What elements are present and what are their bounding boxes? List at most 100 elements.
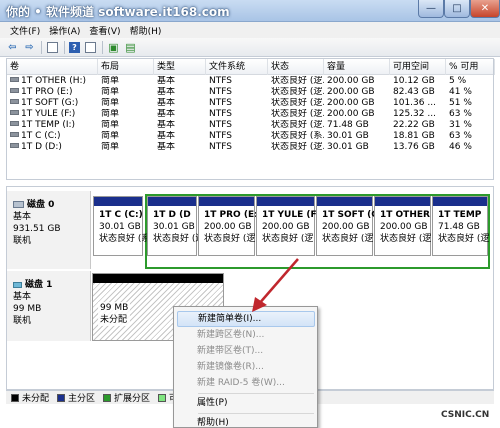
partition-e[interactable]: 1T PRO (E: 200.00 GB 状态良好 (逻 — [198, 196, 258, 256]
volume-icon — [10, 88, 19, 93]
table-row[interactable]: 1T TEMP (I:) 简单 基本 NTFS 状态良好 (逻...71.48 GB 22… — [7, 120, 493, 131]
maximize-button[interactable]: □ — [444, 0, 470, 18]
cell-free: 18.81 GB — [393, 131, 435, 141]
legend-label: 未分配 — [22, 394, 50, 404]
menu-view[interactable]: 查看(V) — [89, 24, 120, 37]
toolbar-separator — [41, 40, 42, 54]
menu-item-new-simple-volume[interactable]: 新建简单卷(I)... — [177, 311, 315, 327]
console-tree-icon[interactable] — [46, 41, 59, 54]
partition-status: 状态良好 (逻 — [322, 234, 374, 244]
volume-name: 1T TEMP (I:) — [21, 120, 76, 130]
legend-label: 扩展分区 — [114, 394, 151, 404]
partition-status: 状态良好 (逻 — [380, 234, 432, 244]
cell-fs: NTFS — [209, 109, 232, 119]
disk-0-info[interactable]: 磁盘 0 基本 931.51 GB 联机 — [7, 191, 91, 269]
properties-icon[interactable] — [84, 41, 97, 54]
partition-d[interactable]: 1T D (D 30.01 GB 状态良好 (逻 — [147, 196, 204, 256]
cell-type: 基本 — [157, 109, 176, 119]
menu-file[interactable]: 文件(F) — [10, 24, 40, 37]
disk-size: 99 MB — [13, 304, 42, 314]
help-icon[interactable]: ? — [69, 41, 80, 53]
column-header-filesystem[interactable]: 文件系统 — [206, 59, 268, 75]
partition-size: 200.00 GB — [204, 222, 252, 232]
partition-c[interactable]: 1T C (C:) 30.01 GB 状态良好 (系 — [93, 196, 150, 256]
disk-1-info[interactable]: 磁盘 1 基本 99 MB 联机 — [7, 271, 91, 341]
table-row[interactable]: 1T C (C:) 简单 基本 NTFS 状态良好 (系...30.01 GB 18.81… — [7, 131, 493, 142]
menu-item-properties[interactable]: 属性(P) — [177, 395, 315, 411]
partition-size: 200.00 GB — [322, 222, 370, 232]
cell-layout: 简单 — [101, 142, 120, 152]
disk-name: 磁盘 1 — [25, 280, 53, 290]
cell-free: 22.22 GB — [393, 120, 435, 130]
partition-name: 1T YULE (F: — [262, 210, 320, 220]
partition-name: 1T C (C:) — [99, 210, 143, 220]
cell-volume: 1T PRO (E:) — [7, 87, 98, 98]
partition-f[interactable]: 1T YULE (F: 200.00 GB 状态良好 (逻 — [256, 196, 320, 256]
cell-volume: 1T C (C:) — [7, 131, 98, 142]
cell-capacity: 30.01 GB — [327, 142, 369, 152]
back-arrow-icon[interactable]: ⇦ — [6, 41, 19, 54]
table-row[interactable]: 1T YULE (F:) 简单 基本 NTFS 状态良好 (逻...200.00 GB 1… — [7, 109, 493, 120]
minimize-button[interactable]: — — [418, 0, 444, 18]
partition-size: 200.00 GB — [262, 222, 310, 232]
cell-pct: 31 % — [449, 120, 472, 130]
table-row[interactable]: 1T SOFT (G:) 简单 基本 NTFS 状态良好 (逻...200.00 GB 1… — [7, 98, 493, 109]
cell-status: 状态良好 (系... — [271, 131, 324, 141]
forward-arrow-icon[interactable]: ⇨ — [23, 41, 36, 54]
volume-icon — [10, 121, 19, 126]
partition-i[interactable]: 1T TEMP 71.48 GB 状态良好 (逻 — [432, 196, 489, 256]
menu-separator — [198, 393, 314, 394]
minimize-icon: — — [426, 3, 436, 14]
toolbar-separator — [64, 40, 65, 54]
partition-status: 状态良好 (逻 — [153, 234, 205, 244]
cell-type: 基本 — [157, 131, 176, 141]
refresh-icon[interactable]: ▣ — [107, 41, 120, 54]
menu-item-new-mirrored-volume[interactable]: 新建镜像卷(R)... — [177, 359, 315, 375]
cell-capacity: 30.01 GB — [327, 131, 369, 141]
volume-name: 1T OTHER (H:) — [21, 76, 87, 86]
table-row[interactable]: 1T PRO (E:) 简单 基本 NTFS 状态良好 (逻...200.00 GB 82… — [7, 87, 493, 98]
menu-separator — [198, 413, 314, 414]
cell-type: 基本 — [157, 76, 176, 86]
toolbar: ⇦ ⇨ ? ▣ ▤ — [0, 38, 500, 57]
column-header-percent-free[interactable]: % 可用 — [446, 59, 495, 75]
column-header-capacity[interactable]: 容量 — [324, 59, 390, 75]
partition-size: 71.48 GB — [438, 222, 480, 232]
table-row[interactable]: 1T D (D:) 简单 基本 NTFS 状态良好 (逻...30.01 GB 13.76… — [7, 142, 493, 153]
close-button[interactable]: ✕ — [470, 0, 500, 18]
column-header-layout[interactable]: 布局 — [98, 59, 154, 75]
partition-name: 1T PRO (E: — [204, 210, 258, 220]
legend-swatch-extended — [103, 393, 112, 402]
export-icon[interactable]: ▤ — [124, 41, 137, 54]
cell-capacity: 200.00 GB — [327, 109, 375, 119]
menu-help[interactable]: 帮助(H) — [130, 24, 162, 37]
partition-h[interactable]: 1T OTHER 200.00 GB 状态良好 (逻 — [374, 196, 431, 256]
partition-g[interactable]: 1T SOFT (G 200.00 GB 状态良好 (逻 — [316, 196, 379, 256]
partition-size: 99 MB — [100, 303, 129, 313]
unallocated-bar — [93, 274, 223, 283]
column-header-volume[interactable]: 卷 — [7, 59, 98, 75]
partition-size: 200.00 GB — [380, 222, 428, 232]
menu-action[interactable]: 操作(A) — [49, 24, 80, 37]
cell-capacity: 200.00 GB — [327, 76, 375, 86]
disk-type: 基本 — [13, 292, 32, 302]
column-header-status[interactable]: 状态 — [268, 59, 324, 75]
column-header-type[interactable]: 类型 — [154, 59, 206, 75]
cell-layout: 简单 — [101, 87, 120, 97]
cell-volume: 1T SOFT (G:) — [7, 98, 98, 109]
menu-item-new-spanned-volume[interactable]: 新建跨区卷(N)... — [177, 327, 315, 343]
menu-item-new-raid5-volume[interactable]: 新建 RAID-5 卷(W)... — [177, 375, 315, 391]
cell-fs: NTFS — [209, 98, 232, 108]
cell-fs: NTFS — [209, 87, 232, 97]
menu-item-new-striped-volume[interactable]: 新建带区卷(T)... — [177, 343, 315, 359]
partition-status: 状态良好 (系 — [99, 234, 151, 244]
column-header-free-space[interactable]: 可用空间 — [390, 59, 446, 75]
table-row[interactable]: 1T OTHER (H:) 简单 基本 NTFS 状态良好 (逻...200.00 GB… — [7, 76, 493, 87]
cell-fs: NTFS — [209, 76, 232, 86]
volume-icon — [10, 77, 19, 82]
primary-partition-bar — [94, 197, 142, 206]
window-title: 你的 • 软件频道 software.it168.com — [6, 5, 230, 19]
menu-item-help[interactable]: 帮助(H) — [177, 415, 315, 428]
partition-size: 30.01 GB — [153, 222, 195, 232]
volume-icon — [10, 132, 19, 137]
